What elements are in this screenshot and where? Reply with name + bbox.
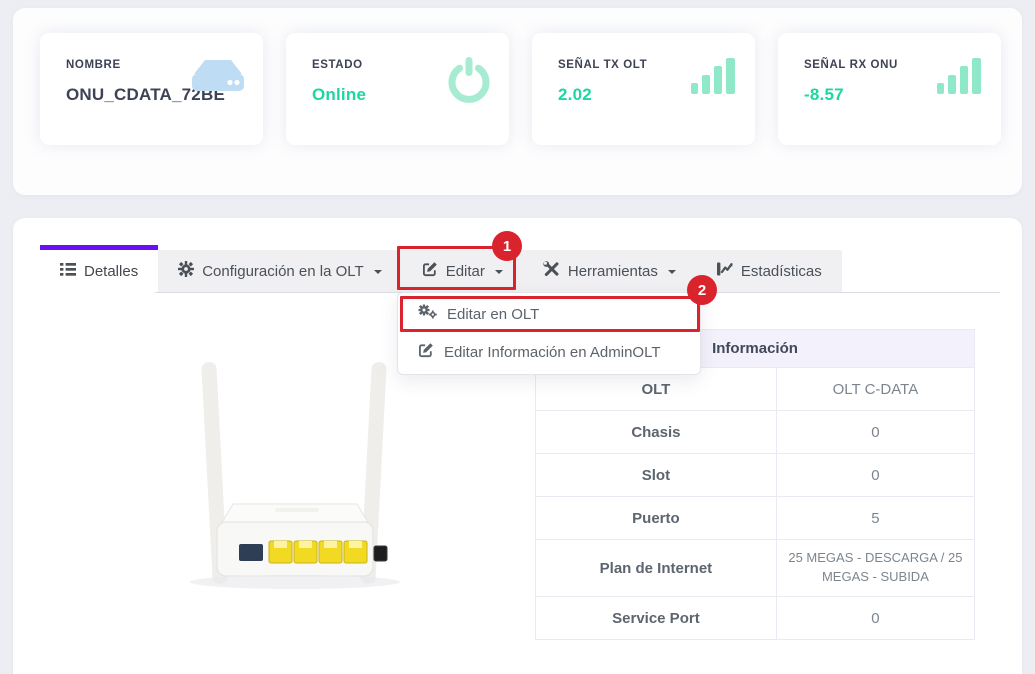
row-value: 0 xyxy=(777,597,974,639)
menu-item-editar-en-olt[interactable]: Editar en OLT xyxy=(398,295,700,333)
row-label: Service Port xyxy=(536,597,777,639)
table-row-chasis: Chasis 0 xyxy=(536,411,974,454)
editar-dropdown-menu: Editar en OLT Editar Información en Admi… xyxy=(397,292,701,375)
table-row-puerto: Puerto 5 xyxy=(536,497,974,540)
tools-icon xyxy=(543,261,560,281)
tab-label: Configuración en la OLT xyxy=(202,263,363,280)
chevron-down-icon xyxy=(495,270,503,274)
stat-card-senal-tx: SEÑAL TX OLT 2.02 xyxy=(532,33,755,145)
tab-bar: Detalles Configuración en la xyxy=(40,250,842,292)
stat-card-nombre: NOMBRE ONU_CDATA_72BE xyxy=(40,33,263,145)
tab-estadisticas[interactable]: Estadísticas xyxy=(696,250,842,292)
row-value: 5 xyxy=(777,497,974,539)
stat-card-estado: ESTADO Online xyxy=(286,33,509,145)
table-row-plan-internet: Plan de Internet 25 MEGAS - DESCARGA / 2… xyxy=(536,540,974,597)
tab-detalles[interactable]: Detalles xyxy=(40,250,158,292)
stat-value: Online xyxy=(312,85,366,105)
row-value: 0 xyxy=(777,454,974,496)
edit-icon xyxy=(422,261,438,281)
chart-line-icon xyxy=(716,261,733,281)
router-icon xyxy=(189,55,247,106)
stat-value: 2.02 xyxy=(558,85,592,105)
tab-divider-gap xyxy=(40,292,155,293)
row-label: Chasis xyxy=(536,411,777,453)
tab-label: Herramientas xyxy=(568,263,658,280)
cogs-icon xyxy=(418,304,437,324)
menu-item-label: Editar en OLT xyxy=(447,306,539,323)
menu-item-label: Editar Información en AdminOLT xyxy=(444,344,661,361)
stat-label: SEÑAL TX OLT xyxy=(558,59,647,71)
stat-label: ESTADO xyxy=(312,59,363,71)
row-value: OLT C-DATA xyxy=(777,368,974,410)
signal-bars-icon xyxy=(937,55,985,104)
stat-card-senal-rx: SEÑAL RX ONU -8.57 xyxy=(778,33,1001,145)
tab-herramientas[interactable]: Herramientas xyxy=(523,250,696,292)
table-row-service-port: Service Port 0 xyxy=(536,597,974,640)
signal-bars-icon xyxy=(691,55,739,104)
tab-label: Editar xyxy=(446,263,485,280)
power-icon xyxy=(445,55,493,110)
edit-icon xyxy=(418,342,434,362)
menu-item-editar-informacion-adminolt[interactable]: Editar Información en AdminOLT xyxy=(398,333,700,371)
tab-label: Estadísticas xyxy=(741,263,822,280)
tab-label: Detalles xyxy=(84,263,138,280)
summary-panel: NOMBRE ONU_CDATA_72BE ESTADO Online SEÑA… xyxy=(13,8,1022,195)
row-label: Plan de Internet xyxy=(536,540,777,596)
list-icon xyxy=(60,262,76,281)
tab-editar[interactable]: Editar xyxy=(402,250,523,292)
table-row-slot: Slot 0 xyxy=(536,454,974,497)
chevron-down-icon xyxy=(668,270,676,274)
info-table: Información OLT OLT C-DATA Chasis 0 Slot… xyxy=(535,329,975,640)
gear-icon xyxy=(178,261,194,281)
row-label: Puerto xyxy=(536,497,777,539)
row-value: 0 xyxy=(777,411,974,453)
row-value: 25 MEGAS - DESCARGA / 25 MEGAS - SUBIDA xyxy=(777,540,974,596)
chevron-down-icon xyxy=(374,270,382,274)
tab-configuracion-olt[interactable]: Configuración en la OLT xyxy=(158,250,401,292)
stat-label: SEÑAL RX ONU xyxy=(804,59,898,71)
onu-router-image xyxy=(155,358,435,603)
stat-value: -8.57 xyxy=(804,85,844,105)
row-label: Slot xyxy=(536,454,777,496)
stat-label: NOMBRE xyxy=(66,59,121,71)
